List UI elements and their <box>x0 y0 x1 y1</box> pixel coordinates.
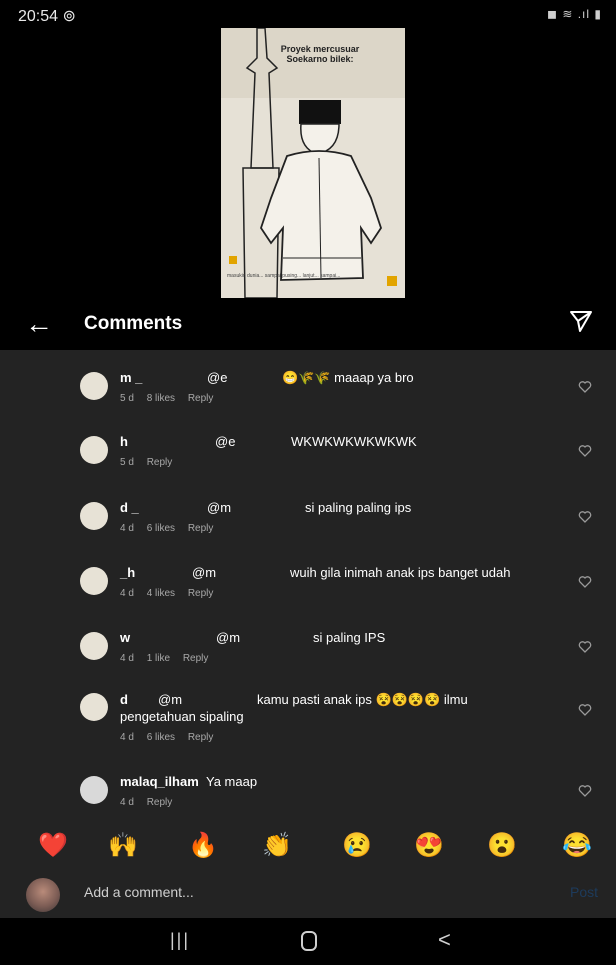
reply-button[interactable]: Reply <box>188 588 214 599</box>
comment-age: 4 d <box>120 797 134 808</box>
comment-mention[interactable]: @m <box>207 500 231 515</box>
system-back-icon[interactable]: < <box>438 927 451 953</box>
system-nav-bar: ||| < <box>0 918 616 965</box>
comment-age: 4 d <box>120 732 134 743</box>
comment-text-continued: pengetahuan sipaling <box>120 709 244 724</box>
comment-meta: 4 d 6 likes Reply <box>120 523 223 534</box>
comment-mention[interactable]: @m <box>216 630 240 645</box>
comment-likes[interactable]: 6 likes <box>147 523 175 534</box>
reaction-bar: ❤️ 🙌 🔥 👏 😢 😍 😮 😂 <box>0 825 616 870</box>
like-heart-icon[interactable] <box>578 510 592 524</box>
video-illustration <box>221 28 405 298</box>
comment-age: 4 d <box>120 588 134 599</box>
avatar[interactable] <box>80 502 108 530</box>
like-heart-icon[interactable] <box>578 380 592 394</box>
comment-likes[interactable]: 8 likes <box>147 393 175 404</box>
comment-mention[interactable]: @e <box>207 370 227 385</box>
comment-likes[interactable]: 4 likes <box>147 588 175 599</box>
comment-meta: 5 d Reply <box>120 457 182 468</box>
comment-text: 😁🌾🌾 maaap ya bro <box>282 370 414 385</box>
comment-text: si paling paling ips <box>305 500 412 515</box>
reply-button[interactable]: Reply <box>147 457 173 468</box>
red-heart-emoji-button[interactable]: ❤️ <box>38 833 68 859</box>
comment-username[interactable]: h <box>120 434 128 449</box>
status-bar: 20:54 ⊚ ◼ ≋ .ıl ▮ <box>0 0 616 28</box>
comment-meta: 4 d 4 likes Reply <box>120 588 223 599</box>
fire-emoji-button[interactable]: 🔥 <box>188 833 218 859</box>
video-footer-text: masukin dunia... sampai pusing... lanjut… <box>227 273 341 279</box>
status-icons: ◼ ≋ .ıl ▮ <box>547 7 602 21</box>
avatar[interactable] <box>80 776 108 804</box>
comment-text: WKWKWKWKWKWK <box>291 434 417 449</box>
video-preview[interactable]: Proyek mercusuar Soekarno bilek: masukin… <box>221 28 405 298</box>
comment-age: 5 d <box>120 457 134 468</box>
comment-likes[interactable]: 6 likes <box>147 732 175 743</box>
comment-meta: 4 d 6 likes Reply <box>120 732 223 743</box>
comment-likes[interactable]: 1 like <box>147 653 170 664</box>
comment-text: wuih gila inimah anak ips banget udah <box>290 565 511 580</box>
comment-username[interactable]: malaq_ilham <box>120 774 199 789</box>
comment-mention[interactable]: @e <box>215 434 235 449</box>
home-icon[interactable] <box>301 931 317 951</box>
comment-meta: 4 d Reply <box>120 797 182 808</box>
avatar <box>26 878 60 912</box>
clapping-emoji-button[interactable]: 👏 <box>262 833 292 859</box>
laughing-emoji-button[interactable]: 😂 <box>562 833 592 859</box>
like-heart-icon[interactable] <box>578 640 592 654</box>
like-heart-icon[interactable] <box>578 784 592 798</box>
comment-username[interactable]: d _ <box>120 500 139 515</box>
comment-meta: 5 d 8 likes Reply <box>120 393 223 404</box>
comment-meta: 4 d 1 like Reply <box>120 653 218 664</box>
reply-button[interactable]: Reply <box>188 393 214 404</box>
post-button[interactable]: Post <box>570 884 598 900</box>
comment-text: kamu pasti anak ips 😵😵😵😵 ilmu <box>257 692 468 707</box>
send-icon[interactable] <box>568 308 594 339</box>
avatar[interactable] <box>80 372 108 400</box>
comment-text: si paling IPS <box>313 630 386 645</box>
reply-button[interactable]: Reply <box>188 732 214 743</box>
comment-age: 4 d <box>120 653 134 664</box>
avatar[interactable] <box>80 693 108 721</box>
comment-username[interactable]: m _ <box>120 370 142 385</box>
like-heart-icon[interactable] <box>578 575 592 589</box>
surprised-emoji-button[interactable]: 😮 <box>487 833 517 859</box>
reply-button[interactable]: Reply <box>147 797 173 808</box>
comment-text: Ya maap <box>206 774 258 789</box>
add-comment-input[interactable]: Add a comment... <box>84 884 194 900</box>
comment-mention[interactable]: @m <box>192 565 216 580</box>
add-comment-bar: Add a comment... Post <box>0 870 616 918</box>
comment-username[interactable]: w <box>120 630 130 645</box>
comments-list[interactable]: m _ @e 😁🌾🌾 maaap ya bro 5 d 8 likes Repl… <box>0 350 616 825</box>
crying-emoji-button[interactable]: 😢 <box>342 833 372 859</box>
comment-username[interactable]: _h <box>120 565 135 580</box>
raised-hands-emoji-button[interactable]: 🙌 <box>108 833 138 859</box>
comment-mention[interactable]: @m <box>158 692 182 707</box>
back-arrow-icon[interactable]: ← <box>25 308 53 340</box>
comments-header: ← Comments <box>0 298 616 350</box>
like-heart-icon[interactable] <box>578 444 592 458</box>
avatar[interactable] <box>80 436 108 464</box>
page-title: Comments <box>84 313 183 334</box>
reply-button[interactable]: Reply <box>183 653 209 664</box>
video-caption: Proyek mercusuar Soekarno bilek: <box>280 44 360 64</box>
heart-eyes-emoji-button[interactable]: 😍 <box>414 833 444 859</box>
comment-age: 5 d <box>120 393 134 404</box>
recents-icon[interactable]: ||| <box>170 930 190 951</box>
status-time: 20:54 ⊚ <box>18 8 76 25</box>
reply-button[interactable]: Reply <box>188 523 214 534</box>
avatar[interactable] <box>80 632 108 660</box>
comment-age: 4 d <box>120 523 134 534</box>
avatar[interactable] <box>80 567 108 595</box>
comment-username[interactable]: d <box>120 692 128 707</box>
like-heart-icon[interactable] <box>578 703 592 717</box>
